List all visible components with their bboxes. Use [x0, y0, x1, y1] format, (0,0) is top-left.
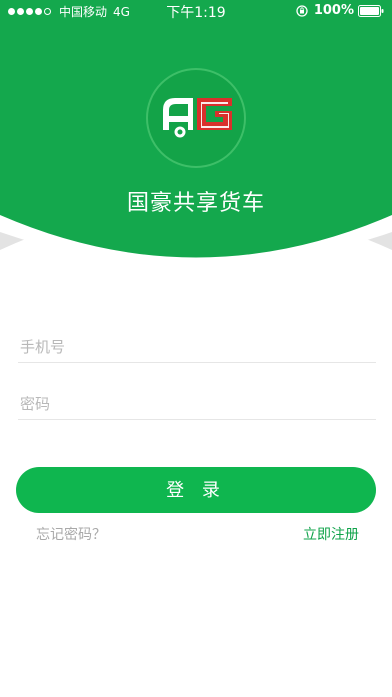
register-link[interactable]: 立即注册: [303, 524, 359, 544]
password-input[interactable]: [20, 391, 360, 417]
rotation-lock-icon: [296, 4, 308, 17]
password-field: [18, 383, 376, 420]
login-button[interactable]: 登 录: [16, 467, 376, 513]
status-bar: 中国移动 4G 下午1:19 100%: [0, 0, 392, 22]
app-title: 国豪共享货车: [126, 191, 265, 216]
battery-icon: [358, 4, 384, 17]
truck-logo-icon: [163, 98, 232, 138]
battery-percentage: 100%: [313, 3, 354, 18]
app-logo: [146, 68, 246, 168]
phone-input[interactable]: [20, 334, 360, 360]
login-screen: 中国移动 4G 下午1:19 100% 国豪共享货车 手机号 登 录 忘记密码？…: [0, 0, 392, 697]
forgot-password-link[interactable]: 忘记密码？: [36, 524, 106, 544]
phone-field: [18, 326, 376, 363]
